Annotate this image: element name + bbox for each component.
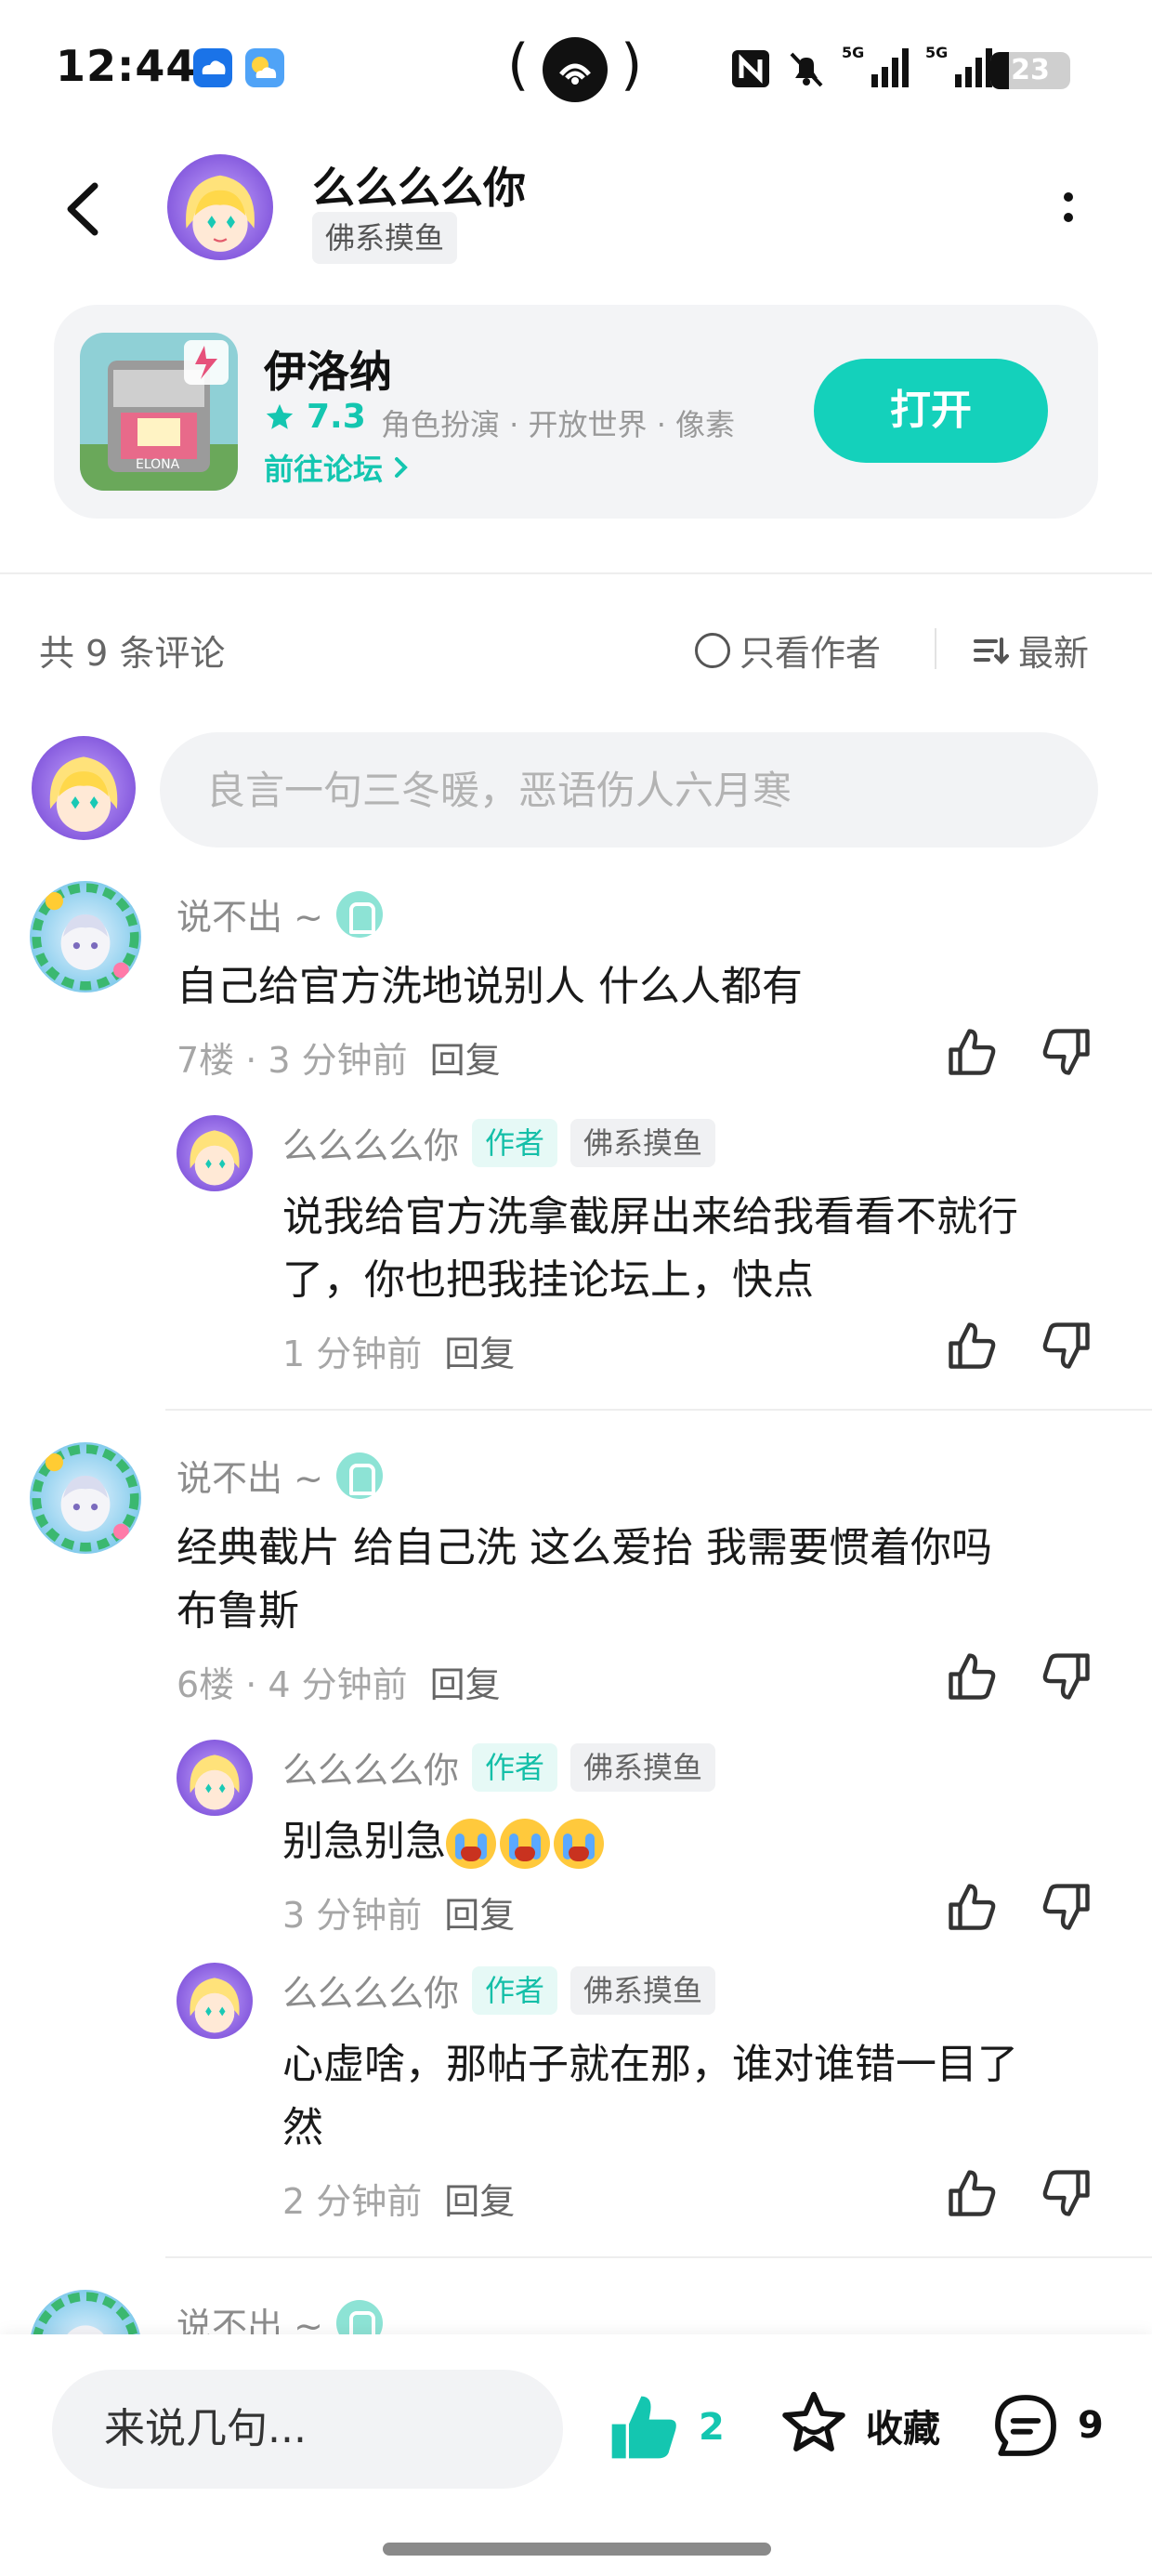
reply-username[interactable]: 么么么么你 作者 佛系摸鱼 (282, 1117, 716, 1168)
comment-divider (165, 1409, 1152, 1411)
thumbs-down-icon[interactable] (1039, 1318, 1094, 1373)
nfc-icon (730, 48, 771, 93)
replier-avatar[interactable] (177, 1740, 253, 1816)
comment-count-label: 共 9 条评论 (39, 633, 226, 674)
crying-emoji-icon (554, 1819, 604, 1869)
commenter-avatar[interactable] (30, 881, 141, 992)
chevron-right-icon (395, 457, 408, 478)
signal-icon: 5G (842, 43, 912, 93)
status-time: 12:44 (56, 41, 197, 91)
title-badge: 佛系摸鱼 (570, 1965, 716, 2015)
cloud-app-icon (193, 48, 232, 87)
comment-text-line-1: 经典截片 给自己洗 这么爱抬 我需要惯着你吗 (177, 1524, 992, 1571)
reply-text-line-2: 了，你也把我挂论坛上，快点 (282, 1256, 814, 1304)
my-avatar[interactable] (32, 736, 136, 840)
thumbs-down-icon[interactable] (1039, 1024, 1094, 1080)
level-badge-icon (335, 1452, 383, 1499)
reply-button[interactable]: 回复 (444, 1886, 515, 1938)
section-divider (0, 572, 1152, 574)
thumbs-down-icon[interactable] (1039, 1649, 1094, 1704)
commenter-avatar[interactable] (30, 1442, 141, 1554)
game-icon[interactable]: ELONA (80, 333, 238, 491)
reply-button[interactable]: 回复 (444, 2173, 515, 2224)
game-name: 伊洛纳 (264, 347, 392, 397)
comments-button[interactable]: 9 (988, 2388, 1104, 2463)
post-author-name[interactable]: 么么么么你 (312, 154, 526, 216)
game-rating: 7.3 (264, 398, 366, 436)
replier-avatar[interactable] (177, 1115, 253, 1191)
author-only-toggle[interactable]: 只看作者 (695, 624, 881, 676)
thumbs-up-icon[interactable] (944, 1318, 1000, 1373)
go-to-forum-link[interactable]: 前往论坛 (264, 446, 411, 489)
crying-emoji-icon (500, 1819, 550, 1869)
level-badge-icon (335, 890, 383, 938)
comment-meta: 6楼 · 4 分钟前 回复 (177, 1656, 501, 1707)
star-icon (266, 403, 294, 429)
reply-meta: 2 分钟前 回复 (282, 2173, 515, 2224)
comment-bubble-icon (995, 2395, 1056, 2456)
svg-text:5G: 5G (842, 44, 864, 61)
game-card[interactable]: ELONA 伊洛纳 7.3 角色扮演 · 开放世界 · 像素 前往论坛 打开 (54, 305, 1098, 519)
battery-icon: 23 (990, 52, 1070, 89)
thumbs-up-icon[interactable] (944, 1024, 1000, 1080)
comment-input[interactable] (160, 732, 1098, 848)
reply-button[interactable]: 回复 (430, 1656, 501, 1707)
radio-icon (695, 632, 730, 668)
comment-username[interactable]: 说不出 ~ (177, 1450, 383, 1501)
reply-meta: 3 分钟前 回复 (282, 1886, 515, 1938)
signal-icon-2: 5G (925, 43, 996, 93)
more-options-button[interactable] (1050, 182, 1087, 238)
sort-button[interactable]: 最新 (972, 624, 1089, 676)
comment-text: 自己给官方洗地说别人 什么人都有 (177, 963, 803, 1010)
bottom-action-bar: 来说几句... 2 收藏 9 (0, 2334, 1152, 2576)
comment-text-line-2: 布鲁斯 (177, 1587, 299, 1635)
game-tags: 角色扮演 · 开放世界 · 像素 (381, 407, 736, 442)
thumbs-down-icon[interactable] (1039, 2165, 1094, 2221)
thumbs-down-icon[interactable] (1039, 1879, 1094, 1935)
hotspot-icon: ( ) (507, 33, 645, 104)
weather-icon (245, 48, 284, 87)
reply-button[interactable]: 回复 (430, 1032, 501, 1083)
svg-text:5G: 5G (925, 44, 948, 61)
reply-text-line-1: 说我给官方洗拿截屏出来给我看看不就行 (282, 1193, 1018, 1241)
bottom-comment-input[interactable]: 来说几句... (52, 2370, 563, 2489)
sort-icon (974, 637, 1009, 664)
reply-text-line-1: 心虚啥，那帖子就在那，谁对谁错一目了 (282, 2041, 1018, 2088)
reply-username[interactable]: 么么么么你 作者 佛系摸鱼 (282, 1965, 716, 2016)
reply-text: 别急别急 (282, 1810, 608, 1873)
toolbar-separator (935, 628, 936, 669)
comment-username[interactable]: 说不出 ~ (177, 888, 383, 940)
home-indicator[interactable] (383, 2543, 771, 2556)
crying-emoji-icon (446, 1819, 496, 1869)
open-game-button[interactable]: 打开 (814, 359, 1048, 463)
svg-text:ELONA: ELONA (136, 457, 180, 472)
thumbs-up-icon[interactable] (944, 1879, 1000, 1935)
reply-button[interactable]: 回复 (444, 1325, 515, 1376)
back-button[interactable] (54, 167, 119, 251)
title-badge: 佛系摸鱼 (570, 1742, 716, 1792)
author-badge: 作者 (472, 1118, 558, 1167)
replier-avatar[interactable] (177, 1963, 253, 2039)
thumbs-up-icon[interactable] (944, 1649, 1000, 1704)
author-badge: 作者 (472, 1965, 558, 2015)
status-bar: 12:44 ( ) 5G 5G 23 (0, 0, 1152, 138)
favorite-button[interactable]: 收藏 (777, 2388, 940, 2463)
thumbs-up-filled-icon (611, 2396, 676, 2459)
reply-text-line-2: 然 (282, 2104, 323, 2151)
author-title-badge: 佛系摸鱼 (312, 212, 458, 264)
comment-divider (165, 2256, 1152, 2258)
mute-icon (786, 48, 827, 93)
reply-meta: 1 分钟前 回复 (282, 1325, 515, 1376)
author-avatar[interactable] (167, 154, 273, 260)
thumbs-up-icon[interactable] (944, 2165, 1000, 2221)
reply-username[interactable]: 么么么么你 作者 佛系摸鱼 (282, 1741, 716, 1793)
author-badge: 作者 (472, 1742, 558, 1792)
post-like-button[interactable]: 2 (606, 2390, 725, 2464)
comment-meta: 7楼 · 3 分钟前 回复 (177, 1032, 501, 1083)
star-outline-icon (782, 2391, 845, 2451)
title-badge: 佛系摸鱼 (570, 1118, 716, 1167)
